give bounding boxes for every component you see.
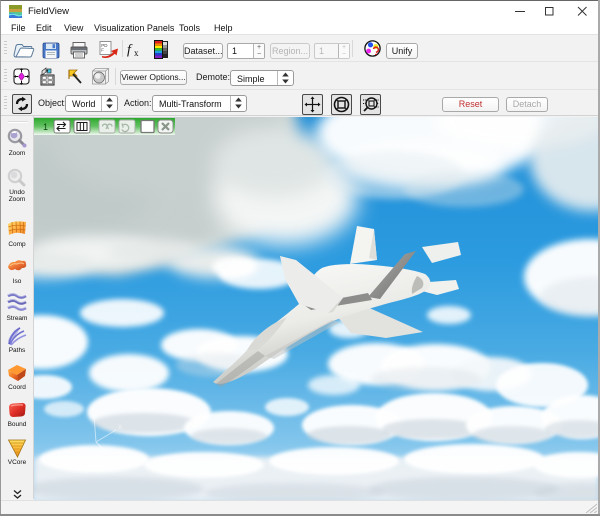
svg-text:1: 1 (43, 122, 48, 132)
svg-text:Y: Y (91, 408, 95, 414)
svg-text:f: f (127, 43, 133, 58)
svg-text:X: X (118, 425, 122, 431)
svg-text:Z: Z (113, 461, 117, 467)
svg-text:x: x (134, 48, 139, 58)
svg-text:F: F (101, 48, 104, 53)
